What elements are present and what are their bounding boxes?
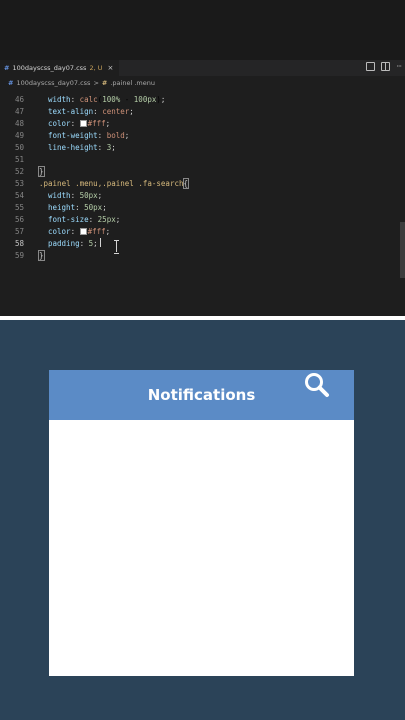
code-text: font-weight: bold; [48,131,130,140]
css-file-icon: # [4,64,10,72]
mouse-ibeam-cursor [114,240,120,254]
code-text: } [38,166,45,177]
line-number: 50 [14,143,24,152]
line-number: 54 [14,191,24,200]
color-swatch[interactable] [79,228,87,235]
code-line[interactable]: 52} [0,166,405,178]
tab-filename: 100dayscss_day07.css [12,64,87,72]
compare-changes-icon[interactable] [366,62,376,71]
text-cursor [99,238,101,247]
breadcrumb: # 100dayscss_day07.css > # .painel .menu [0,76,405,90]
panel-body [49,420,354,676]
window-top-area [0,0,405,60]
tab-bar: # 100dayscss_day07.css 2, U × ··· [0,60,405,76]
line-number: 51 [14,155,24,164]
more-actions-icon[interactable]: ··· [396,62,402,71]
code-line[interactable]: 47 text-align: center; [0,106,405,118]
code-text: width: 50px; [48,191,103,200]
code-text: line-height: 3; [48,143,116,152]
browser-preview: Notifications [0,320,405,720]
code-line[interactable]: 46 width: calc(100% - 100px); [0,94,405,106]
tab-actions: ··· [366,62,402,71]
tab-status: 2, U [89,64,103,72]
line-number: 48 [14,119,24,128]
css-file-icon: # [8,79,14,87]
editor-tab[interactable]: # 100dayscss_day07.css 2, U × [0,60,120,76]
code-text: padding: 5; [39,238,101,250]
panel-header: Notifications [49,370,354,420]
close-icon[interactable]: × [107,64,113,72]
breadcrumb-file[interactable]: 100dayscss_day07.css [16,79,90,87]
code-text: text-align: center; [48,107,134,116]
code-line[interactable]: 56 font-size: 25px; [0,214,405,226]
code-text: width: calc(100% - 100px); [48,95,166,104]
code-line[interactable]: 49 font-weight: bold; [0,130,405,142]
code-text: color: #fff; [48,227,111,236]
code-line[interactable]: 55 height: 50px; [0,202,405,214]
split-editor-icon[interactable] [381,62,391,71]
code-line[interactable]: 50 line-height: 3; [0,142,405,154]
notifications-panel: Notifications [49,370,354,676]
line-number: 52 [14,167,24,176]
line-number: 55 [14,203,24,212]
line-number: 58 [14,239,24,248]
line-number: 57 [14,227,24,236]
editor-scrollbar[interactable] [400,222,405,278]
color-swatch[interactable] [79,120,87,127]
code-line[interactable]: 51 [0,154,405,166]
line-number: 53 [14,179,24,188]
line-number: 46 [14,95,24,104]
code-text: .painel .menu,.painel .fa-search{ [39,178,189,189]
code-line[interactable]: 58 padding: 5; [0,238,405,250]
code-area[interactable]: 46 width: calc(100% - 100px); 47 text-align… [0,94,405,262]
code-line[interactable]: 53 .painel .menu,.painel .fa-search{ [0,178,405,190]
code-text: font-size: 25px; [48,215,121,224]
breadcrumb-separator: > [93,79,99,87]
line-number: 56 [14,215,24,224]
code-text: color: #fff; [48,119,111,128]
code-text: } [38,250,45,261]
css-selector-icon: # [101,79,108,87]
line-number: 47 [14,107,24,116]
code-line[interactable]: 57 color: #fff; [0,226,405,238]
code-text: height: 50px; [48,203,107,212]
code-editor: # 100dayscss_day07.css 2, U × ··· # 100d… [0,0,405,316]
line-number: 49 [14,131,24,140]
panel-title: Notifications [147,386,256,404]
code-line[interactable]: 48 color: #fff; [0,118,405,130]
search-icon[interactable] [302,370,330,400]
code-line[interactable]: 59} [0,250,405,262]
code-line[interactable]: 54 width: 50px; [0,190,405,202]
breadcrumb-symbol[interactable]: .painel .menu [110,79,155,87]
line-number: 59 [14,251,24,260]
